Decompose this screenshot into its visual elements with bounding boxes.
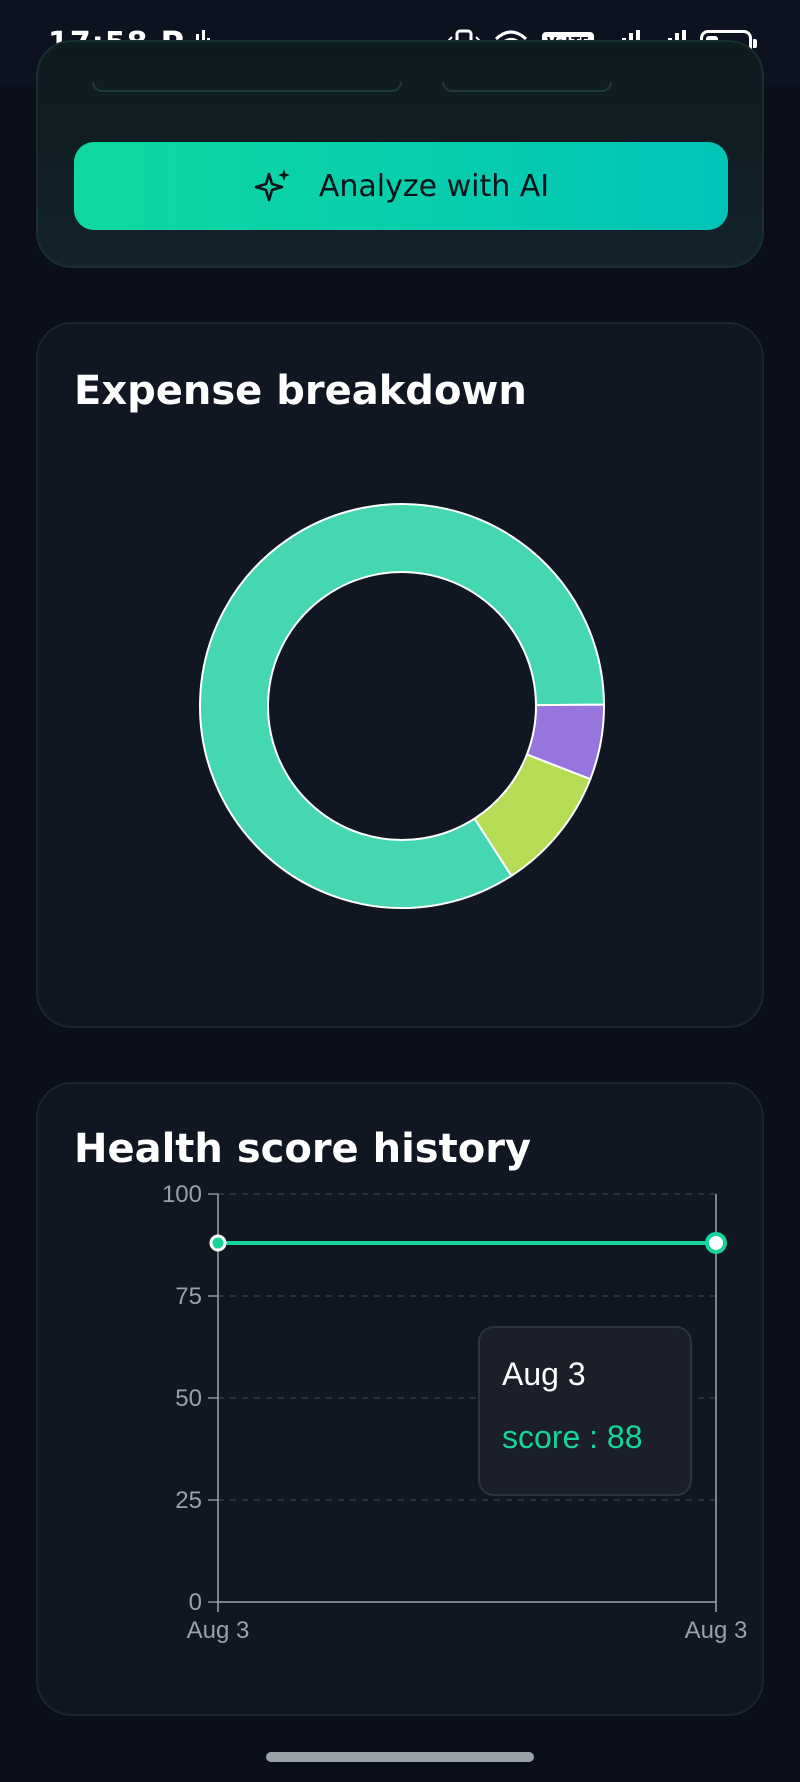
active-data-point[interactable] bbox=[705, 1231, 727, 1254]
tooltip-value: score : 88 bbox=[502, 1419, 643, 1455]
gesture-nav-handle[interactable] bbox=[266, 1752, 534, 1762]
input-field-edge[interactable] bbox=[92, 82, 402, 92]
input-field-edge[interactable] bbox=[442, 82, 612, 92]
data-point[interactable] bbox=[209, 1234, 227, 1252]
expense-donut-chart bbox=[199, 503, 606, 909]
y-tick-label: 75 bbox=[175, 1283, 202, 1310]
analyze-with-ai-button[interactable]: Analyze with AI bbox=[74, 142, 728, 230]
health-score-card: Health score history 0 25 50 75 100 Aug 3 Aug … bbox=[36, 1082, 764, 1716]
screen: 17:58 P VoLTE bbox=[0, 0, 800, 1782]
tooltip-date: Aug 3 bbox=[502, 1356, 586, 1392]
chart-tooltip: Aug 3 score : 88 bbox=[478, 1326, 692, 1496]
sparkle-icon bbox=[254, 169, 290, 202]
y-tick-label: 50 bbox=[175, 1385, 202, 1412]
y-tick-label: 25 bbox=[175, 1487, 202, 1514]
analyze-with-ai-label: Analyze with AI bbox=[318, 168, 550, 204]
x-tick-label: Aug 3 bbox=[685, 1617, 748, 1644]
y-tick-label: 0 bbox=[189, 1589, 202, 1616]
expense-breakdown-card: Expense breakdown bbox=[36, 322, 764, 1028]
x-tick-label: Aug 3 bbox=[187, 1617, 250, 1644]
analysis-card: Analyze with AI bbox=[36, 40, 764, 268]
y-tick-label: 100 bbox=[162, 1181, 202, 1208]
